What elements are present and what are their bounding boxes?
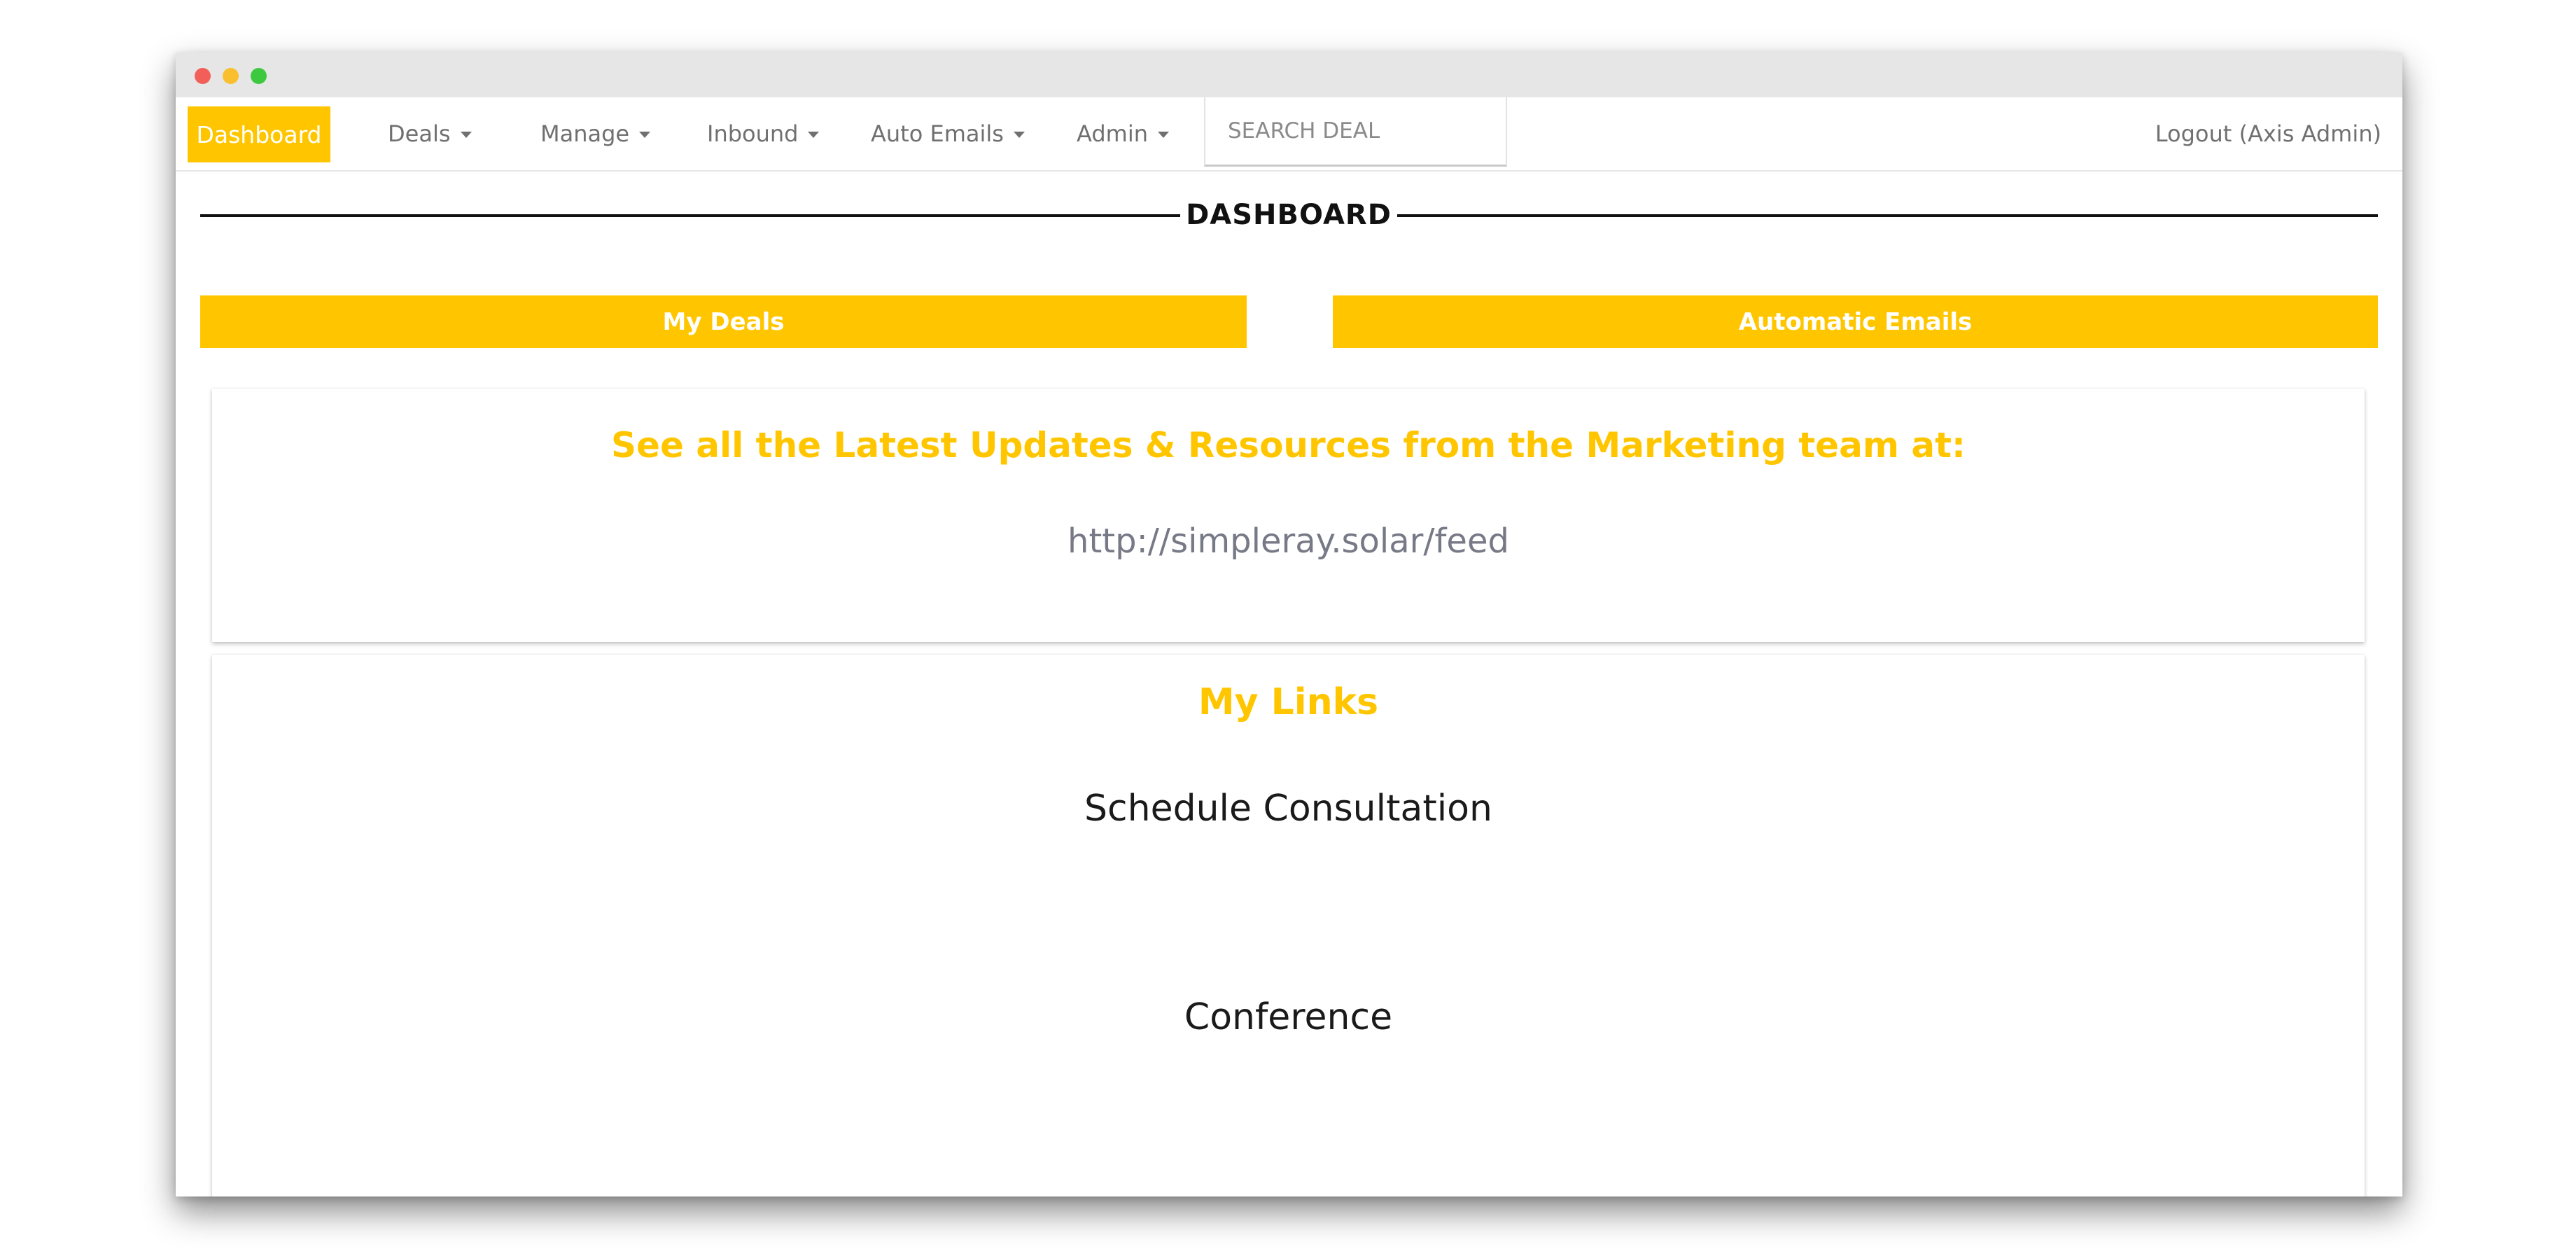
heading-divider-right	[1397, 214, 2378, 217]
window-titlebar	[176, 53, 2402, 97]
caret-down-icon	[639, 131, 651, 138]
nav-inbound-label: Inbound	[707, 120, 799, 147]
nav-manage-dropdown[interactable]: Manage	[540, 97, 651, 170]
nav-deals-label: Deals	[388, 120, 451, 147]
nav-dashboard[interactable]: Dashboard	[188, 106, 330, 162]
page-heading: DASHBOARD	[200, 194, 2378, 236]
search-deal-box[interactable]	[1204, 97, 1507, 167]
maximize-window-icon[interactable]	[251, 68, 267, 84]
nav-inbound-dropdown[interactable]: Inbound	[707, 97, 820, 170]
caret-down-icon	[808, 131, 820, 138]
top-navbar: Dashboard Deals Manage Inbound Auto Emai…	[176, 97, 2402, 172]
nav-auto-emails-label: Auto Emails	[871, 120, 1004, 147]
minimize-window-icon[interactable]	[223, 68, 239, 84]
logout-link[interactable]: Logout (Axis Admin)	[2155, 97, 2381, 170]
search-deal-input[interactable]	[1205, 97, 1506, 165]
link-conference[interactable]: Conference	[212, 996, 2365, 1038]
browser-window: Dashboard Deals Manage Inbound Auto Emai…	[176, 53, 2402, 1196]
nav-manage-label: Manage	[540, 120, 630, 147]
my-links-title: My Links	[1198, 681, 1379, 723]
caret-down-icon	[460, 131, 472, 138]
marketing-updates-card: See all the Latest Updates & Resources f…	[212, 389, 2365, 642]
link-schedule-consultation[interactable]: Schedule Consultation	[212, 788, 2365, 830]
marketing-updates-title: See all the Latest Updates & Resources f…	[611, 425, 1966, 466]
nav-deals-dropdown[interactable]: Deals	[388, 97, 472, 170]
nav-admin-dropdown[interactable]: Admin	[1077, 97, 1169, 170]
nav-admin-label: Admin	[1077, 120, 1148, 147]
page-title: DASHBOARD	[1186, 199, 1392, 231]
caret-down-icon	[1157, 131, 1169, 138]
my-links-card: My Links Schedule Consultation Conferenc…	[212, 655, 2365, 1196]
marketing-feed-link[interactable]: http://simpleray.solar/feed	[212, 522, 2365, 561]
my-deals-button[interactable]: My Deals	[200, 295, 1247, 348]
nav-auto-emails-dropdown[interactable]: Auto Emails	[871, 97, 1025, 170]
automatic-emails-button[interactable]: Automatic Emails	[1333, 295, 2378, 348]
close-window-icon[interactable]	[195, 68, 211, 84]
heading-divider-left	[200, 214, 1180, 217]
caret-down-icon	[1013, 131, 1025, 138]
